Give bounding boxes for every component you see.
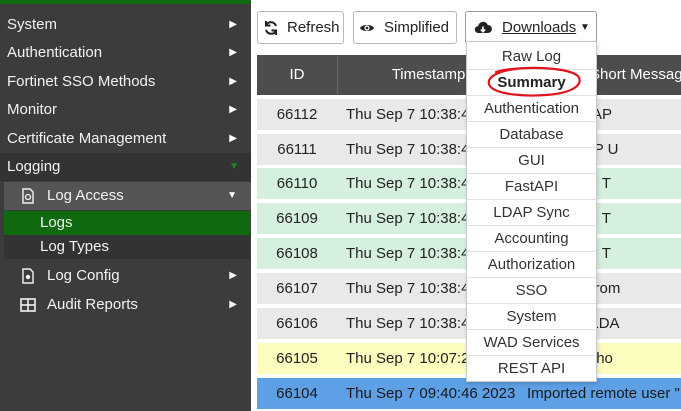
sidebar-item-label: Audit Reports <box>47 296 138 313</box>
cell-id: 66104 <box>276 385 318 402</box>
sidebar-item-log-config[interactable]: Log Config ▶ <box>0 262 251 290</box>
cell-short-message: Imported remote user " <box>527 385 680 402</box>
sidebar-item-label: Authentication <box>7 44 103 61</box>
chevron-right-icon: ▶ <box>229 76 237 87</box>
file-gear-icon <box>22 268 34 284</box>
cell-timestamp: Thu Sep 7 10:38:4 <box>346 315 470 332</box>
menu-item-wad-services[interactable]: WAD Services <box>467 330 596 356</box>
menu-item-fastapi[interactable]: FastAPI <box>467 174 596 200</box>
cell-id: 66110 <box>276 175 318 192</box>
sidebar-item-label: Log Access <box>47 187 124 204</box>
chevron-down-icon: ▼ <box>229 161 239 172</box>
simplified-label: Simplified <box>384 19 450 36</box>
cell-timestamp: Thu Sep 7 10:38:4 <box>346 245 470 262</box>
downloads-dropdown-menu: Raw Log Summary Authentication Database … <box>466 41 597 382</box>
sidebar-nav: System ▶ Authentication ▶ Fortinet SSO M… <box>0 0 251 411</box>
sidebar-item-fortinet-sso-methods[interactable]: Fortinet SSO Methods ▶ <box>0 68 251 96</box>
menu-item-system[interactable]: System <box>467 304 596 330</box>
simplified-button[interactable]: Simplified <box>353 11 457 44</box>
cloud-download-icon <box>474 21 492 34</box>
cell-id: 66107 <box>276 280 318 297</box>
sidebar-item-monitor[interactable]: Monitor ▶ <box>0 96 251 124</box>
menu-item-authorization[interactable]: Authorization <box>467 252 596 278</box>
sidebar-item-label: Log Types <box>40 238 109 255</box>
refresh-button[interactable]: Refresh <box>257 11 344 44</box>
sidebar-item-label: Monitor <box>7 101 58 118</box>
menu-item-gui[interactable]: GUI <box>467 148 596 174</box>
chevron-right-icon: ▶ <box>229 104 237 115</box>
sidebar-item-audit-reports[interactable]: Audit Reports ▶ <box>0 291 251 319</box>
sidebar-item-label: Log Config <box>47 267 120 284</box>
cell-id: 66109 <box>276 210 318 227</box>
chevron-right-icon: ▶ <box>229 299 237 310</box>
sidebar-item-log-access[interactable]: Log Access ▼ <box>4 182 251 210</box>
sidebar-item-authentication[interactable]: Authentication ▶ <box>0 39 251 67</box>
cell-timestamp: Thu Sep 7 10:38:4 <box>346 175 470 192</box>
menu-item-authentication[interactable]: Authentication <box>467 96 596 122</box>
sidebar-item-logging[interactable]: Logging ▼ <box>0 153 251 181</box>
cell-timestamp: Thu Sep 7 10:07:2 <box>346 350 470 367</box>
menu-item-sso[interactable]: SSO <box>467 278 596 304</box>
eye-icon <box>360 25 374 31</box>
chevron-right-icon: ▶ <box>229 133 237 144</box>
sidebar-item-label: Logging <box>7 158 61 175</box>
chevron-right-icon: ▶ <box>229 19 237 30</box>
table-row[interactable]: 66104 Thu Sep 7 09:40:46 2023 Imported r… <box>257 378 681 409</box>
sidebar-item-label: System <box>7 16 58 33</box>
cell-timestamp: Thu Sep 7 10:38:4 <box>346 280 470 297</box>
chevron-down-icon: ▼ <box>227 190 237 201</box>
chevron-right-icon: ▶ <box>229 47 237 58</box>
cell-id: 66111 <box>277 141 317 158</box>
cell-timestamp: Thu Sep 7 10:38:4 <box>346 106 470 123</box>
menu-item-ldap-sync[interactable]: LDAP Sync <box>467 200 596 226</box>
menu-item-summary[interactable]: Summary <box>467 70 596 96</box>
sidebar-item-log-types[interactable]: Log Types <box>4 235 250 259</box>
menu-item-rest-api[interactable]: REST API <box>467 356 596 382</box>
downloads-label: Downloads <box>502 19 577 36</box>
cell-timestamp: Thu Sep 7 10:38:4 <box>346 210 470 227</box>
cell-id: 66108 <box>276 245 318 262</box>
file-search-icon <box>22 188 34 204</box>
sidebar-item-system[interactable]: System ▶ <box>0 11 251 39</box>
downloads-button[interactable]: Downloads ▼ <box>465 11 597 44</box>
sidebar-item-label: Certificate Management <box>7 130 167 147</box>
cell-id: 66105 <box>276 350 318 367</box>
menu-item-accounting[interactable]: Accounting <box>467 226 596 252</box>
cell-id: 66112 <box>276 106 318 123</box>
column-header-id[interactable]: ID <box>257 55 337 95</box>
sidebar-item-label: Logs <box>40 214 73 231</box>
menu-item-database[interactable]: Database <box>467 122 596 148</box>
menu-item-raw-log[interactable]: Raw Log <box>467 44 596 70</box>
cell-timestamp: Thu Sep 7 10:38:4 <box>346 141 470 158</box>
cell-id: 66106 <box>276 315 318 332</box>
refresh-label: Refresh <box>287 19 340 36</box>
chevron-right-icon: ▶ <box>229 270 237 281</box>
table-icon <box>20 298 36 312</box>
sidebar-item-logs[interactable]: Logs <box>4 211 250 235</box>
refresh-icon <box>265 21 277 35</box>
sidebar-item-certificate-management[interactable]: Certificate Management ▶ <box>0 125 251 153</box>
caret-down-icon: ▼ <box>580 22 590 33</box>
cell-timestamp: Thu Sep 7 09:40:46 2023 <box>346 385 516 402</box>
sidebar-item-label: Fortinet SSO Methods <box>7 73 156 90</box>
